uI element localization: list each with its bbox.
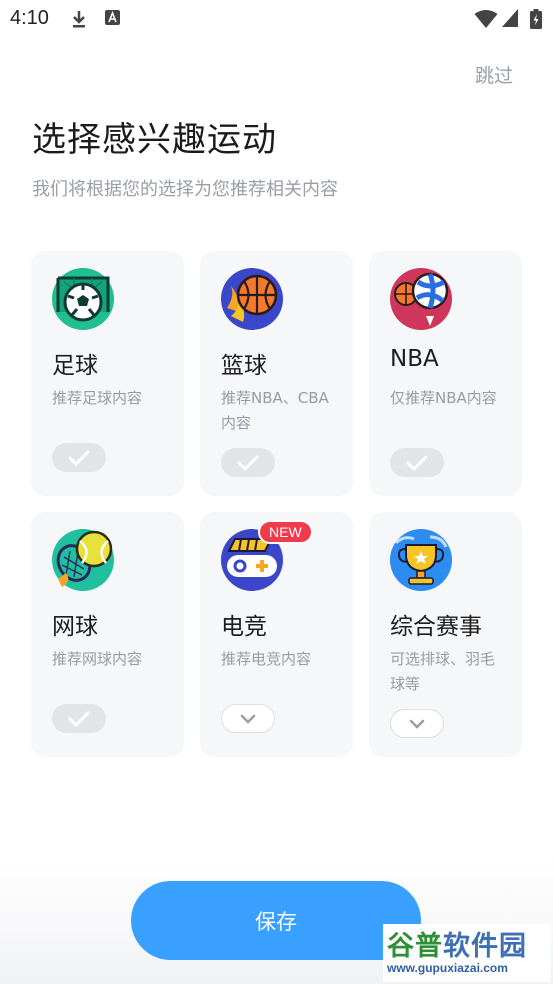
watermark: 谷普软件园 www.gupuxiazai.com	[383, 924, 551, 982]
sport-name: 足球	[52, 353, 98, 379]
select-toggle[interactable]	[52, 443, 106, 472]
download-icon	[73, 11, 85, 28]
watermark-url: www.gupuxiazai.com	[387, 961, 508, 975]
sport-name: 综合赛事	[390, 614, 482, 640]
chevron-down-icon	[240, 714, 256, 724]
check-icon	[237, 455, 259, 471]
tennis-icon	[52, 529, 114, 591]
sport-name: NBA	[390, 346, 439, 372]
check-icon	[406, 455, 428, 471]
select-toggle[interactable]	[221, 704, 275, 733]
sport-name: 篮球	[221, 353, 267, 379]
save-button[interactable]: 保存	[131, 881, 421, 960]
nba-icon	[390, 268, 452, 330]
sport-desc: 仅推荐NBA内容	[390, 389, 497, 407]
sport-card-soccer[interactable]: 足球 推荐足球内容	[31, 251, 184, 496]
status-time: 4:10	[10, 7, 49, 29]
sport-card-tennis[interactable]: 网球 推荐网球内容	[31, 512, 184, 757]
chevron-down-icon	[409, 719, 425, 729]
select-toggle[interactable]	[390, 709, 444, 738]
sport-card-esports[interactable]: NEW 电竞 推荐电竞内容	[200, 512, 353, 757]
basketball-icon	[221, 268, 283, 330]
sport-desc: 可选排球、羽毛球等	[390, 650, 496, 693]
sport-name: 电竞	[221, 614, 267, 640]
page-subtitle: 我们将根据您的选择为您推荐相关内容	[32, 179, 338, 200]
sport-desc: 推荐足球内容	[52, 389, 143, 407]
sport-card-general[interactable]: 综合赛事 可选排球、羽毛球等	[369, 512, 522, 757]
check-icon	[68, 450, 90, 466]
signal-icon	[502, 9, 518, 27]
soccer-icon	[52, 268, 114, 330]
skip-button[interactable]: 跳过	[475, 61, 513, 88]
status-bar: 4:10	[0, 0, 553, 40]
check-icon	[68, 711, 90, 727]
trophy-icon	[390, 529, 452, 591]
sport-desc: 推荐电竞内容	[221, 650, 312, 668]
battery-icon	[530, 9, 542, 29]
sport-desc: 推荐网球内容	[52, 650, 143, 668]
select-toggle[interactable]	[221, 448, 275, 477]
select-toggle[interactable]	[390, 448, 444, 477]
page-title: 选择感兴趣运动	[32, 120, 277, 160]
watermark-text: 谷普软件园	[387, 931, 527, 962]
keyboard-a-icon	[105, 10, 120, 25]
sport-card-nba[interactable]: NBA 仅推荐NBA内容	[369, 251, 522, 496]
new-badge: NEW	[258, 520, 313, 544]
sport-desc: 推荐NBA、CBA内容	[221, 389, 329, 432]
sport-card-basketball[interactable]: 篮球 推荐NBA、CBA内容	[200, 251, 353, 496]
select-toggle[interactable]	[52, 704, 106, 733]
wifi-icon	[474, 10, 498, 28]
sport-name: 网球	[52, 614, 98, 640]
